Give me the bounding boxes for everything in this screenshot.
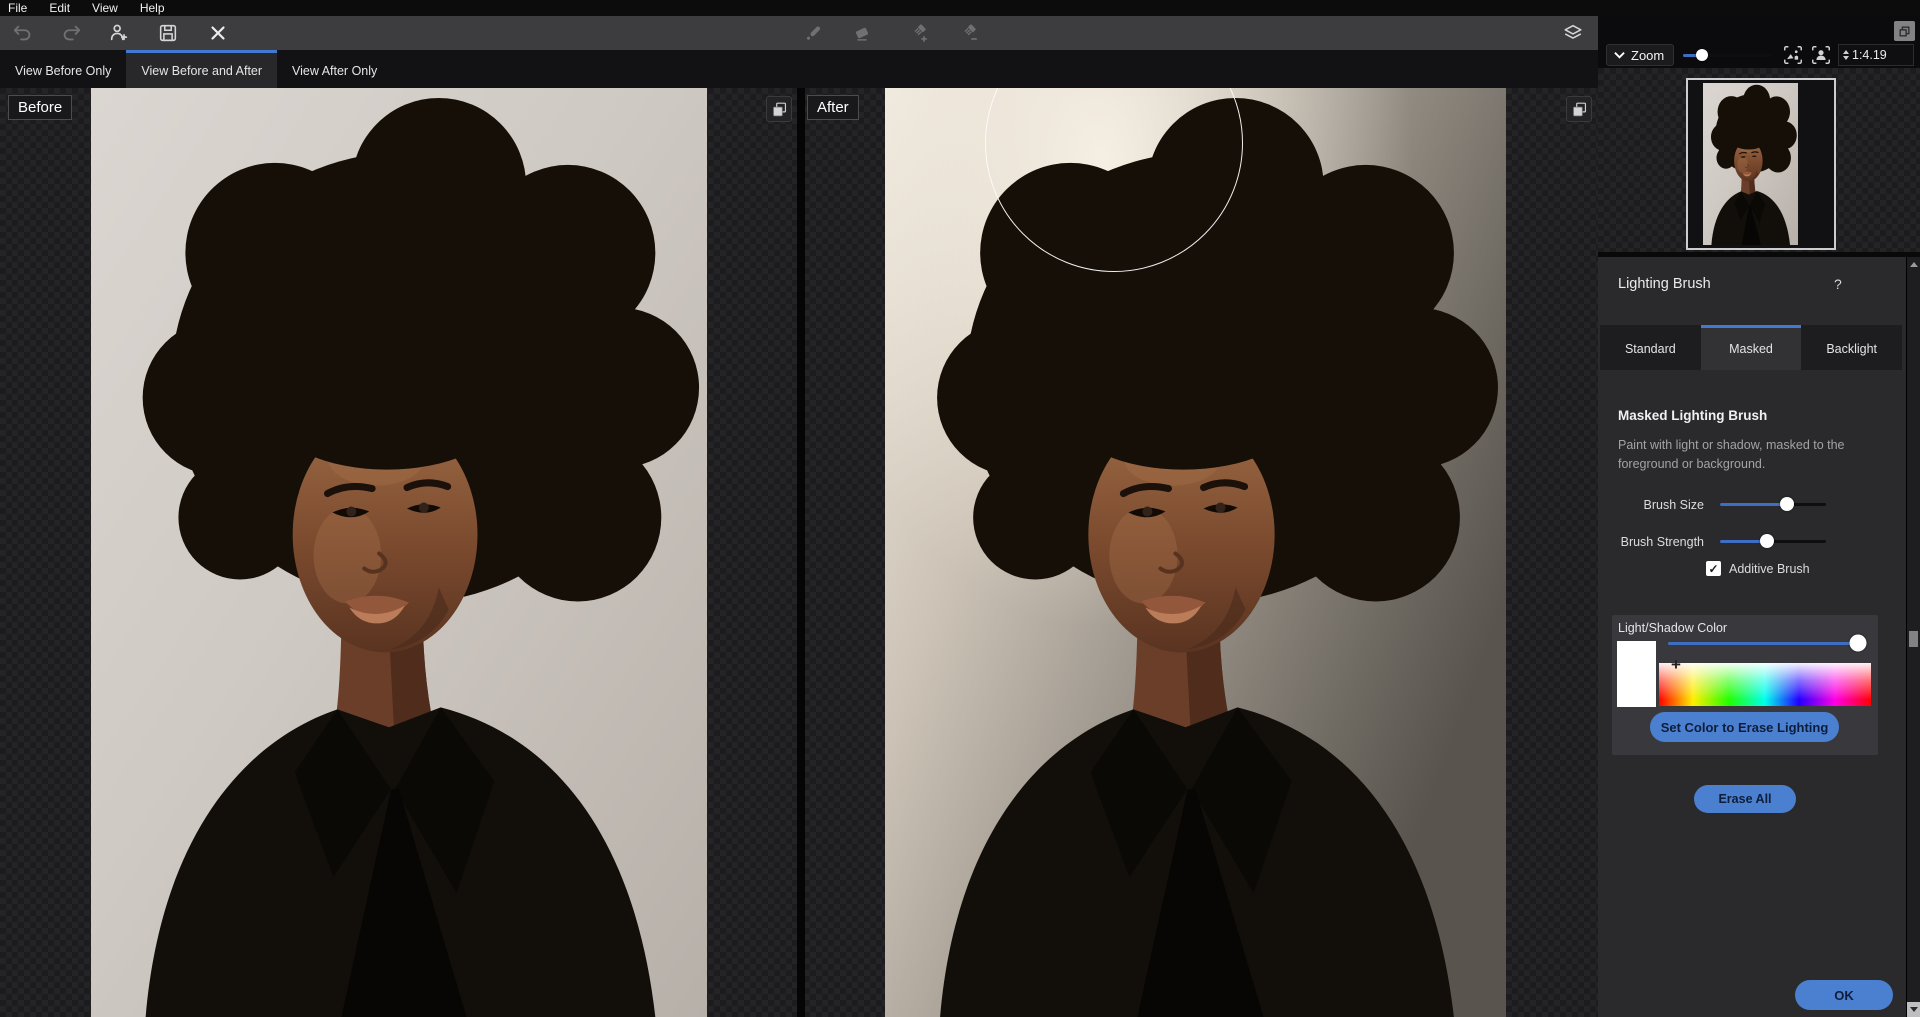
light-shadow-color-group: Light/Shadow Color + Set Color to Erase … (1612, 615, 1878, 755)
tab-view-after-only[interactable]: View After Only (277, 50, 392, 88)
before-panel-label: Before (8, 95, 72, 120)
help-button[interactable]: ? (1834, 276, 1842, 292)
lighting-brush-panel: Lighting Brush ? Standard Masked Backlig… (1598, 257, 1920, 1017)
before-image[interactable] (91, 88, 707, 1017)
scroll-down-icon[interactable] (1907, 1002, 1920, 1017)
color-picker-field[interactable]: + (1659, 663, 1871, 706)
brightness-slider[interactable] (1668, 632, 1866, 654)
fit-face-icon[interactable] (1810, 44, 1832, 66)
scroll-up-icon[interactable] (1907, 257, 1920, 272)
redo-icon[interactable] (58, 20, 84, 46)
toolbar (0, 16, 1598, 50)
menu-view[interactable]: View (81, 0, 129, 16)
add-person-icon[interactable] (106, 20, 132, 46)
save-icon[interactable] (155, 20, 181, 46)
lighting-tab-bar: Standard Masked Backlight (1600, 325, 1902, 370)
tab-view-before-and-after[interactable]: View Before and After (126, 50, 277, 88)
after-image[interactable] (885, 88, 1506, 1017)
undo-icon[interactable] (10, 20, 36, 46)
color-swatch[interactable] (1617, 641, 1656, 707)
right-sidebar: Zoom (1598, 16, 1920, 1017)
app-window: File Edit View Help (0, 0, 1920, 1017)
canvas-area: Before After (0, 88, 1598, 1017)
zoom-ratio-field[interactable]: 1:4.19 (1838, 44, 1914, 66)
menu-help[interactable]: Help (129, 0, 176, 16)
brush-size-label: Brush Size (1598, 498, 1704, 512)
panel-title: Lighting Brush (1618, 276, 1711, 292)
after-copy-view-button[interactable] (1566, 96, 1592, 122)
color-picker-cursor: + (1671, 655, 1681, 675)
navigator-area (1598, 68, 1920, 252)
section-heading: Masked Lighting Brush (1618, 408, 1767, 423)
additive-brush-label: Additive Brush (1729, 562, 1810, 576)
zoom-ratio-value: 1:4.19 (1852, 48, 1887, 62)
zoom-slider[interactable] (1683, 44, 1771, 66)
menu-edit[interactable]: Edit (38, 0, 81, 16)
zoom-bar: Zoom (1598, 42, 1920, 68)
zoom-collapse-toggle[interactable]: Zoom (1606, 44, 1674, 66)
section-description: Paint with light or shadow, masked to th… (1618, 436, 1860, 474)
layers-icon[interactable] (1558, 18, 1588, 48)
add-brush-tool-icon[interactable] (906, 20, 932, 46)
eraser-tool-icon[interactable] (849, 20, 875, 46)
detach-panel-button[interactable] (1894, 21, 1915, 41)
navigator-preview[interactable] (1686, 78, 1836, 250)
tab-backlight[interactable]: Backlight (1801, 325, 1902, 370)
ratio-stepper-icon[interactable] (1843, 50, 1849, 60)
ok-button[interactable]: OK (1795, 980, 1893, 1010)
set-color-to-erase-button[interactable]: Set Color to Erase Lighting (1650, 712, 1839, 742)
brush-size-slider[interactable] (1720, 493, 1826, 515)
chevron-down-icon (1614, 51, 1625, 59)
erase-all-button[interactable]: Erase All (1694, 785, 1796, 813)
before-copy-view-button[interactable] (766, 96, 792, 122)
tab-standard[interactable]: Standard (1600, 325, 1701, 370)
menubar: File Edit View Help (0, 0, 1920, 16)
menu-file[interactable]: File (0, 0, 38, 16)
additive-brush-row: ✓ Additive Brush (1706, 561, 1810, 576)
tab-masked[interactable]: Masked (1701, 325, 1802, 370)
brush-tool-icon[interactable] (800, 20, 826, 46)
brush-strength-slider[interactable] (1720, 530, 1826, 552)
close-icon[interactable] (205, 20, 231, 46)
view-tab-bar: View Before Only View Before and After V… (0, 50, 1598, 88)
remove-brush-tool-icon[interactable] (956, 20, 982, 46)
brush-strength-label: Brush Strength (1598, 535, 1704, 549)
zoom-label: Zoom (1631, 48, 1664, 63)
panel-divider (797, 88, 805, 1017)
tab-view-before-only[interactable]: View Before Only (0, 50, 126, 88)
fit-image-icon[interactable] (1782, 44, 1804, 66)
panel-scrollbar[interactable] (1906, 257, 1920, 1017)
after-panel-label: After (807, 95, 859, 120)
additive-brush-checkbox[interactable]: ✓ (1706, 561, 1721, 576)
scrollbar-thumb[interactable] (1909, 631, 1918, 647)
